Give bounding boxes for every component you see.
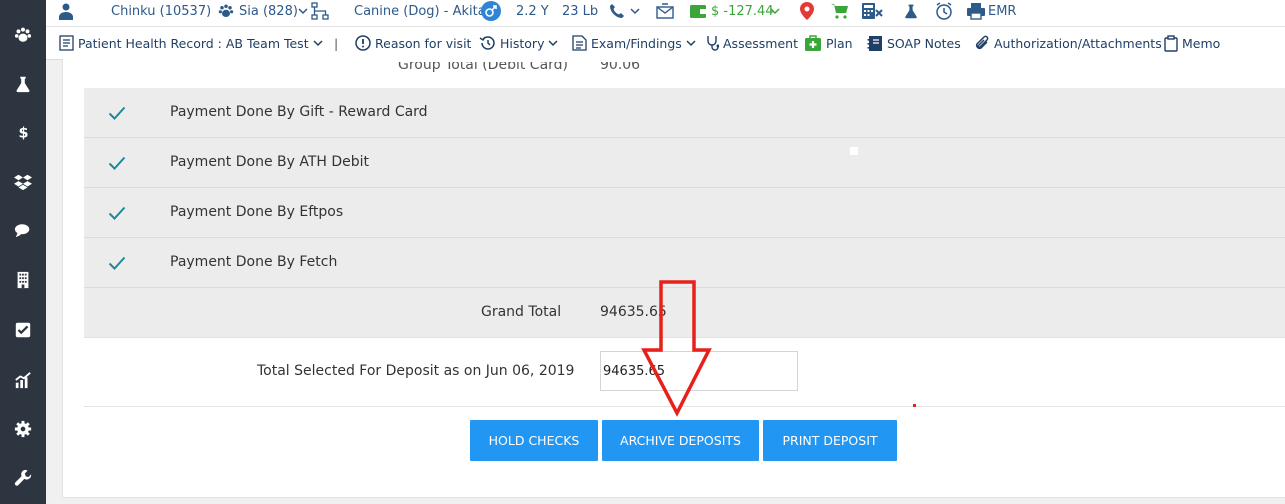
medkit-icon: [805, 34, 821, 51]
client-icon[interactable]: [59, 2, 73, 20]
history-label: History: [500, 35, 545, 51]
check-icon: [108, 206, 126, 220]
balance-text[interactable]: $ -127.44: [711, 2, 774, 20]
soap-notes-label: SOAP Notes: [887, 35, 961, 51]
flask-icon[interactable]: [903, 2, 919, 20]
hierarchy-icon[interactable]: [311, 2, 329, 20]
dropbox-icon[interactable]: [7, 170, 39, 194]
stethoscope-icon: [707, 36, 719, 51]
red-arrow-annotation: [641, 280, 712, 417]
client-name[interactable]: Chinku (10537): [111, 2, 211, 20]
memo-label: Memo: [1182, 35, 1221, 51]
exclamation-circle-icon: [355, 35, 371, 51]
svg-text:$: $: [19, 125, 29, 141]
check-icon: [108, 156, 126, 170]
deposit-total-label: Total Selected For Deposit as on Jun 06,…: [257, 363, 575, 379]
red-dot: [913, 404, 916, 407]
phone-icon[interactable]: [609, 2, 625, 20]
chevron-down-icon[interactable]: [298, 2, 308, 20]
mail-icon[interactable]: [656, 2, 674, 20]
plan-link[interactable]: Plan: [804, 34, 853, 52]
chevron-down-icon: [548, 40, 559, 47]
exam-findings-label: Exam/Findings: [591, 35, 682, 51]
dollar-icon[interactable]: $: [7, 120, 39, 144]
assessment-label: Assessment: [723, 35, 798, 51]
printer-icon[interactable]: [966, 2, 986, 20]
male-icon: [481, 1, 501, 21]
document-icon: [572, 35, 587, 51]
clock-icon[interactable]: [935, 2, 953, 20]
payment-label: Payment Done By Gift - Reward Card: [170, 104, 428, 120]
check-icon: [108, 256, 126, 270]
soap-notes-link[interactable]: SOAP Notes: [867, 34, 961, 52]
chevron-down-icon[interactable]: [630, 2, 640, 20]
memo-link[interactable]: Memo: [1164, 34, 1220, 52]
history-menu[interactable]: History: [479, 34, 559, 52]
breed-text: Canine (Dog) - Akita: [354, 3, 486, 19]
reason-for-visit-label: Reason for visit: [375, 35, 472, 51]
reason-for-visit-link[interactable]: Reason for visit: [355, 34, 471, 52]
record-icon: [59, 35, 74, 51]
toolbar-separator: |: [334, 35, 339, 51]
chart-icon[interactable]: [7, 368, 39, 392]
chevron-down-icon: [686, 40, 696, 47]
check-icon: [108, 106, 126, 120]
wrench-icon[interactable]: [7, 466, 39, 490]
flask-icon[interactable]: [7, 72, 39, 96]
paperclip-icon: [975, 35, 989, 49]
chat-icon[interactable]: [7, 219, 39, 243]
assessment-link[interactable]: Assessment: [706, 34, 798, 52]
chevron-down-icon[interactable]: [770, 2, 780, 20]
emr-link[interactable]: EMR: [988, 2, 1016, 20]
authorization-attachments-label: Authorization/Attachments: [994, 35, 1162, 51]
patient-record-menu[interactable]: Patient Health Record : AB Team Test: [59, 34, 323, 52]
payment-label: Payment Done By Eftpos: [170, 204, 344, 220]
payment-label: Payment Done By ATH Debit: [170, 154, 370, 170]
map-marker-icon[interactable]: [800, 2, 814, 20]
white-marker: [850, 147, 858, 155]
paw-icon[interactable]: [7, 23, 39, 47]
hold-checks-button[interactable]: HOLD CHECKS: [470, 420, 598, 461]
building-icon[interactable]: [7, 268, 39, 292]
chevron-down-icon: [313, 40, 323, 47]
patient-record-label: Patient Health Record : AB Team Test: [78, 35, 309, 51]
cart-icon[interactable]: [831, 2, 849, 20]
grand-total-label: Grand Total: [481, 304, 562, 320]
age-text: 2.2 Y: [516, 3, 549, 19]
archive-deposits-button[interactable]: ARCHIVE DEPOSITS: [602, 420, 759, 461]
print-deposit-button[interactable]: PRINT DEPOSIT: [763, 420, 897, 461]
paw-icon: [217, 2, 235, 20]
gear-icon[interactable]: [7, 417, 39, 441]
plan-label: Plan: [826, 35, 853, 51]
notebook-icon: [867, 35, 882, 51]
history-icon: [479, 36, 495, 50]
patient-name[interactable]: Sia (828): [239, 2, 298, 20]
checkbox-icon[interactable]: [7, 318, 39, 342]
calculator-icon[interactable]: [861, 2, 883, 20]
authorization-attachments-link[interactable]: Authorization/Attachments: [975, 34, 1162, 52]
exam-findings-menu[interactable]: Exam/Findings: [572, 34, 696, 52]
patient-header: Chinku (10537) Sia (828) Canine (Dog) - …: [46, 0, 1285, 27]
payment-label: Payment Done By Fetch: [170, 254, 338, 270]
weight-text: 23 Lb: [562, 3, 599, 19]
clipboard-icon: [1164, 34, 1178, 52]
left-sidebar: $: [0, 0, 46, 504]
record-toolbar: Patient Health Record : AB Team Test | R…: [46, 27, 1285, 60]
wallet-icon[interactable]: [689, 2, 707, 20]
